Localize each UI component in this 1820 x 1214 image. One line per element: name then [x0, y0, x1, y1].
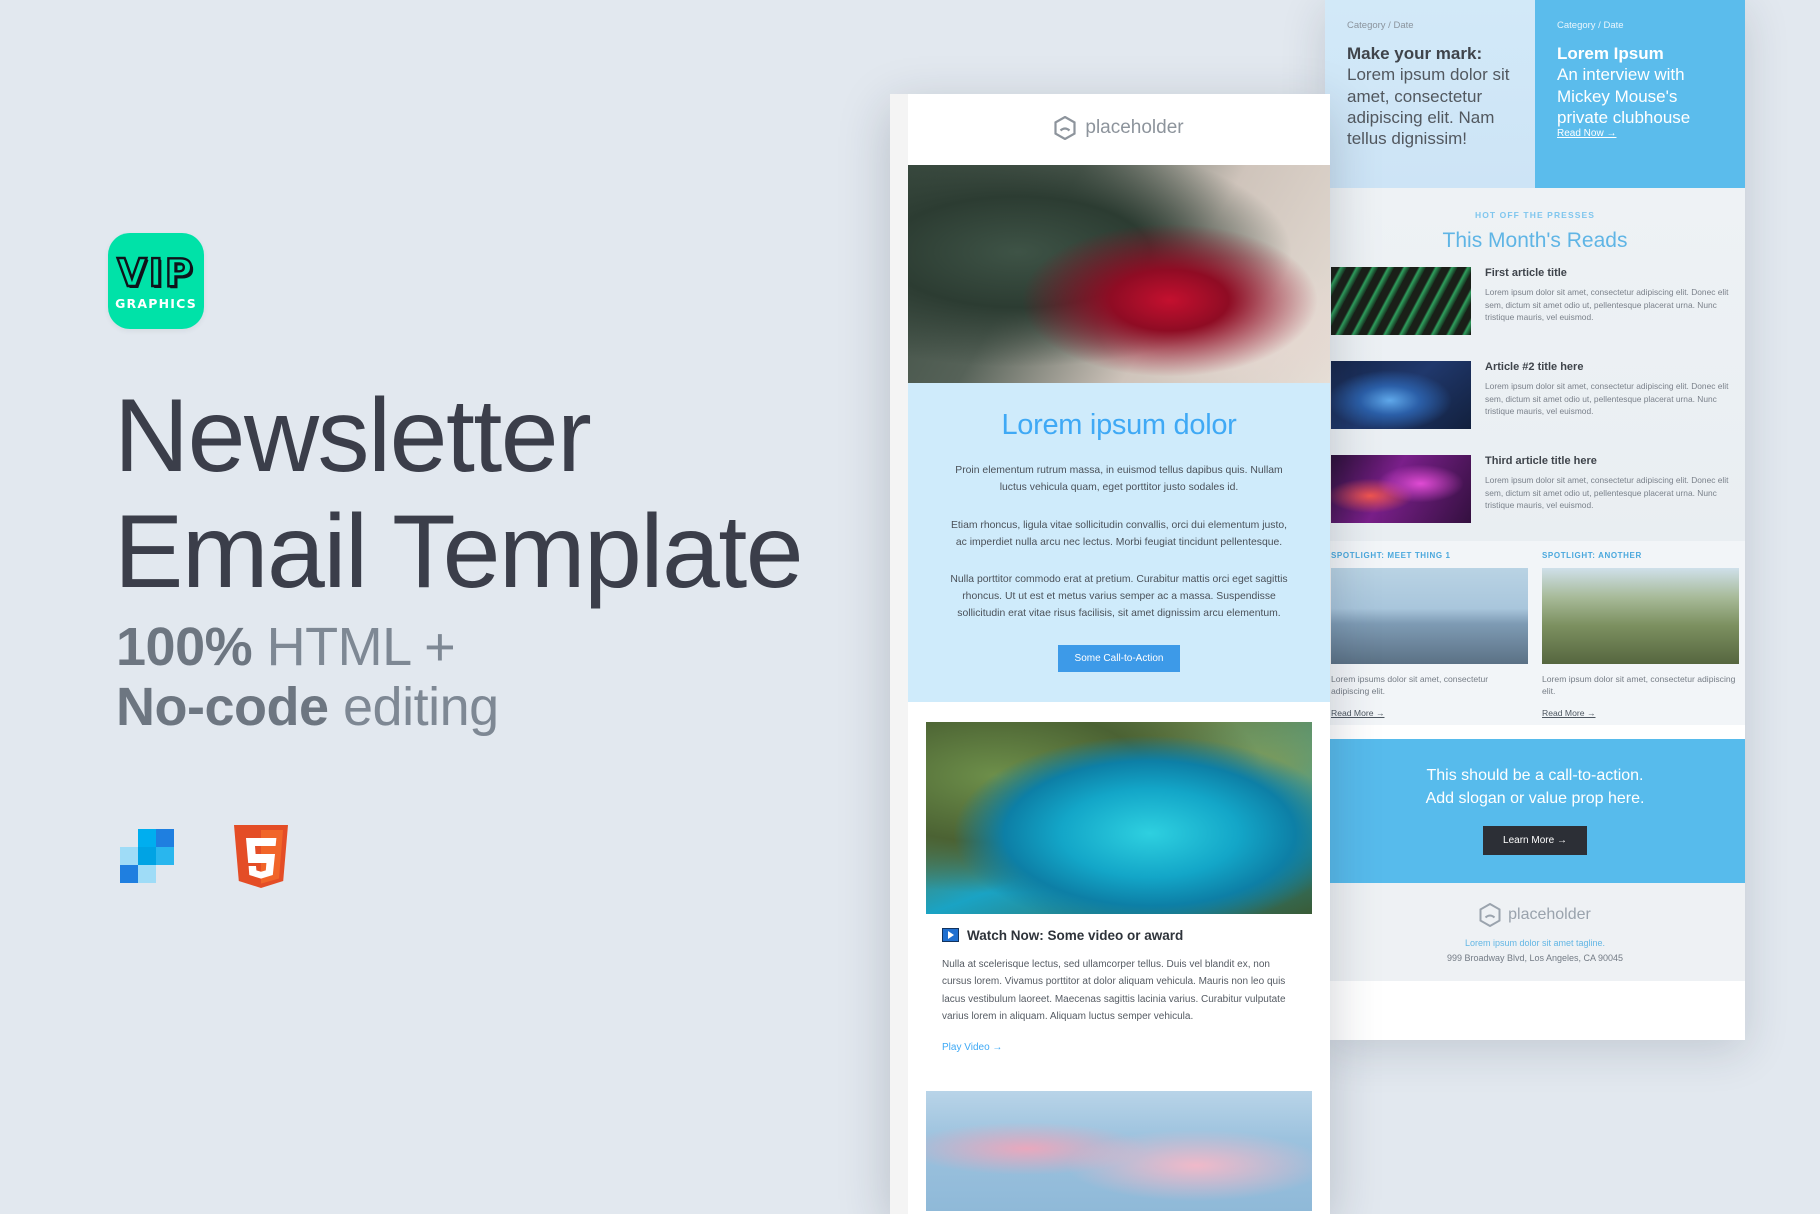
subtitle-strong-1: 100%	[116, 617, 253, 677]
hero-right-title: Lorem Ipsum An interview with Mickey Mou…	[1557, 43, 1727, 128]
back-email-hero-row: Category / Date Make your mark: Lorem ip…	[1325, 0, 1745, 188]
front-email-bottom-image	[926, 1090, 1312, 1211]
front-email-video-card: Watch Now: Some video or award Nulla at …	[926, 721, 1312, 1073]
subtitle-line-2: No-code editing	[116, 677, 499, 737]
brand-icons-row	[116, 823, 292, 893]
subtitle-line-1: 100% HTML +	[116, 617, 499, 677]
subtitle-rest-2: editing	[328, 677, 499, 738]
footer-address: 999 Broadway Blvd, Los Angeles, CA 90045	[1446, 953, 1624, 964]
back-email-footer: placeholder Lorem ipsum dolor sit amet t…	[1325, 883, 1745, 982]
article-title-1: First article title	[1485, 267, 1567, 279]
this-months-reads-section: HOT OFF THE PRESSES This Month's Reads F…	[1325, 188, 1745, 541]
article-thumbnail-2	[1331, 361, 1471, 429]
html5-icon	[234, 825, 288, 888]
spotlight-read-more-2[interactable]: Read More →	[1542, 708, 1596, 718]
article-thumbnail-1	[1331, 267, 1471, 335]
stripo-mosaic-icon	[120, 829, 174, 883]
read-now-link[interactable]: Read Now →	[1557, 128, 1616, 139]
page-subtitle: 100% HTML + No-code editing	[116, 617, 499, 738]
hero-left-title: Make your mark: Lorem ipsum dolor sit am…	[1347, 43, 1517, 149]
article-row[interactable]: Third article title here Lorem ipsum dol…	[1325, 441, 1745, 535]
hero-left-title-bold: Make your mark:	[1347, 44, 1483, 63]
front-email-hero-image	[908, 165, 1330, 383]
hexagon-logo-icon	[1479, 903, 1501, 928]
hexagon-logo-icon	[1054, 116, 1076, 140]
reads-eyebrow: HOT OFF THE PRESSES	[1474, 210, 1596, 220]
front-email-body: Lorem ipsum dolor Proin elementum rutrum…	[908, 383, 1330, 702]
vip-logo-text: VIP	[116, 250, 195, 295]
article-row[interactable]: First article title Lorem ipsum dolor si…	[1325, 253, 1745, 347]
video-card-title-row: Watch Now: Some video or award	[942, 928, 1296, 943]
front-email-logo: placeholder	[1054, 116, 1184, 140]
play-video-link[interactable]: Play Video →	[942, 1042, 1002, 1053]
graphics-logo-text: GRAPHICS	[115, 296, 197, 312]
spotlight-section: SPOTLIGHT: MEET THING 1 Lorem ipsums dol…	[1325, 541, 1745, 725]
footer-tagline: Lorem ipsum dolor sit amet tagline.	[1464, 938, 1606, 949]
cta-line-1: This should be a call-to-action.	[1426, 766, 1644, 784]
spotlight-image-2	[1542, 568, 1739, 664]
subtitle-strong-2: No-code	[116, 677, 329, 738]
article-body-3: Lorem ipsum dolor sit amet, consectetur …	[1485, 475, 1729, 511]
article-body-2: Lorem ipsum dolor sit amet, consectetur …	[1485, 381, 1729, 417]
foreground-email-mockup: placeholder Lorem ipsum dolor Proin elem…	[890, 94, 1330, 1214]
hero-right-title-bold: Lorem Ipsum	[1557, 44, 1664, 63]
learn-more-button[interactable]: Learn More →	[1483, 826, 1587, 856]
footer-logo-text: placeholder	[1508, 906, 1591, 924]
hero-right-category: Category / Date	[1557, 20, 1624, 31]
background-email-mockup: Category / Date Make your mark: Lorem ip…	[1325, 0, 1745, 1040]
spotlight-body-1: Lorem ipsums dolor sit amet, consectetur…	[1331, 674, 1489, 697]
video-card-body: Nulla at scelerisque lectus, sed ullamco…	[942, 958, 1286, 1023]
some-call-to-action-button[interactable]: Some Call-to-Action	[1057, 644, 1181, 672]
article-title-3: Third article title here	[1485, 455, 1597, 467]
front-email-paragraph-3: Nulla porttitor commodo erat at pretium.…	[950, 574, 1288, 620]
article-title-2: Article #2 title here	[1485, 361, 1584, 373]
video-thumbnail-image[interactable]	[926, 721, 1312, 914]
back-email-cta-banner: This should be a call-to-action. Add slo…	[1325, 738, 1745, 884]
front-email-logo-text: placeholder	[1085, 117, 1184, 138]
hero-left-category: Category / Date	[1347, 20, 1414, 31]
reads-title: This Month's Reads	[1442, 229, 1628, 252]
subtitle-rest-1: HTML +	[252, 617, 456, 677]
back-email-hero-left: Category / Date Make your mark: Lorem ip…	[1325, 0, 1535, 188]
front-email-paragraph-1: Proin elementum rutrum massa, in euismod…	[955, 465, 1283, 493]
spotlight-eyebrow-2: SPOTLIGHT: ANOTHER	[1542, 551, 1642, 560]
video-card-title: Watch Now: Some video or award	[967, 927, 1184, 943]
hero-left-title-rest: Lorem ipsum dolor sit amet, consectetur …	[1347, 65, 1510, 148]
front-email-title: Lorem ipsum dolor	[1001, 409, 1237, 441]
hero-right-title-rest: An interview with Mickey Mouse's private…	[1557, 65, 1691, 127]
spotlight-eyebrow-1: SPOTLIGHT: MEET THING 1	[1331, 551, 1451, 560]
spotlight-read-more-1[interactable]: Read More →	[1331, 708, 1385, 718]
front-email-header: placeholder	[908, 94, 1330, 165]
article-row[interactable]: Article #2 title here Lorem ipsum dolor …	[1325, 347, 1745, 441]
spotlight-body-2: Lorem ipsum dolor sit amet, consectetur …	[1542, 674, 1736, 697]
article-thumbnail-3	[1331, 455, 1471, 523]
page-title: Newsletter Email Template	[114, 378, 874, 611]
front-email-paragraph-2: Etiam rhoncus, ligula vitae sollicitudin…	[950, 519, 1288, 548]
spotlight-column-1: SPOTLIGHT: MEET THING 1 Lorem ipsums dol…	[1331, 551, 1528, 719]
page-title-line-2: Email Template	[114, 494, 804, 611]
page-title-line-1: Newsletter	[114, 378, 592, 494]
spotlight-column-2: SPOTLIGHT: ANOTHER Lorem ipsum dolor sit…	[1542, 551, 1739, 719]
cta-line-2: Add slogan or value prop here.	[1425, 789, 1645, 807]
spotlight-image-1	[1331, 568, 1528, 664]
vip-graphics-logo[interactable]: VIP GRAPHICS	[108, 233, 204, 329]
promo-panel: VIP GRAPHICS Newsletter Email Template 1…	[0, 0, 900, 1214]
footer-logo: placeholder	[1335, 903, 1735, 928]
play-icon[interactable]	[942, 928, 959, 943]
article-body-1: Lorem ipsum dolor sit amet, consectetur …	[1485, 287, 1729, 323]
back-email-hero-right: Category / Date Lorem Ipsum An interview…	[1535, 0, 1745, 188]
